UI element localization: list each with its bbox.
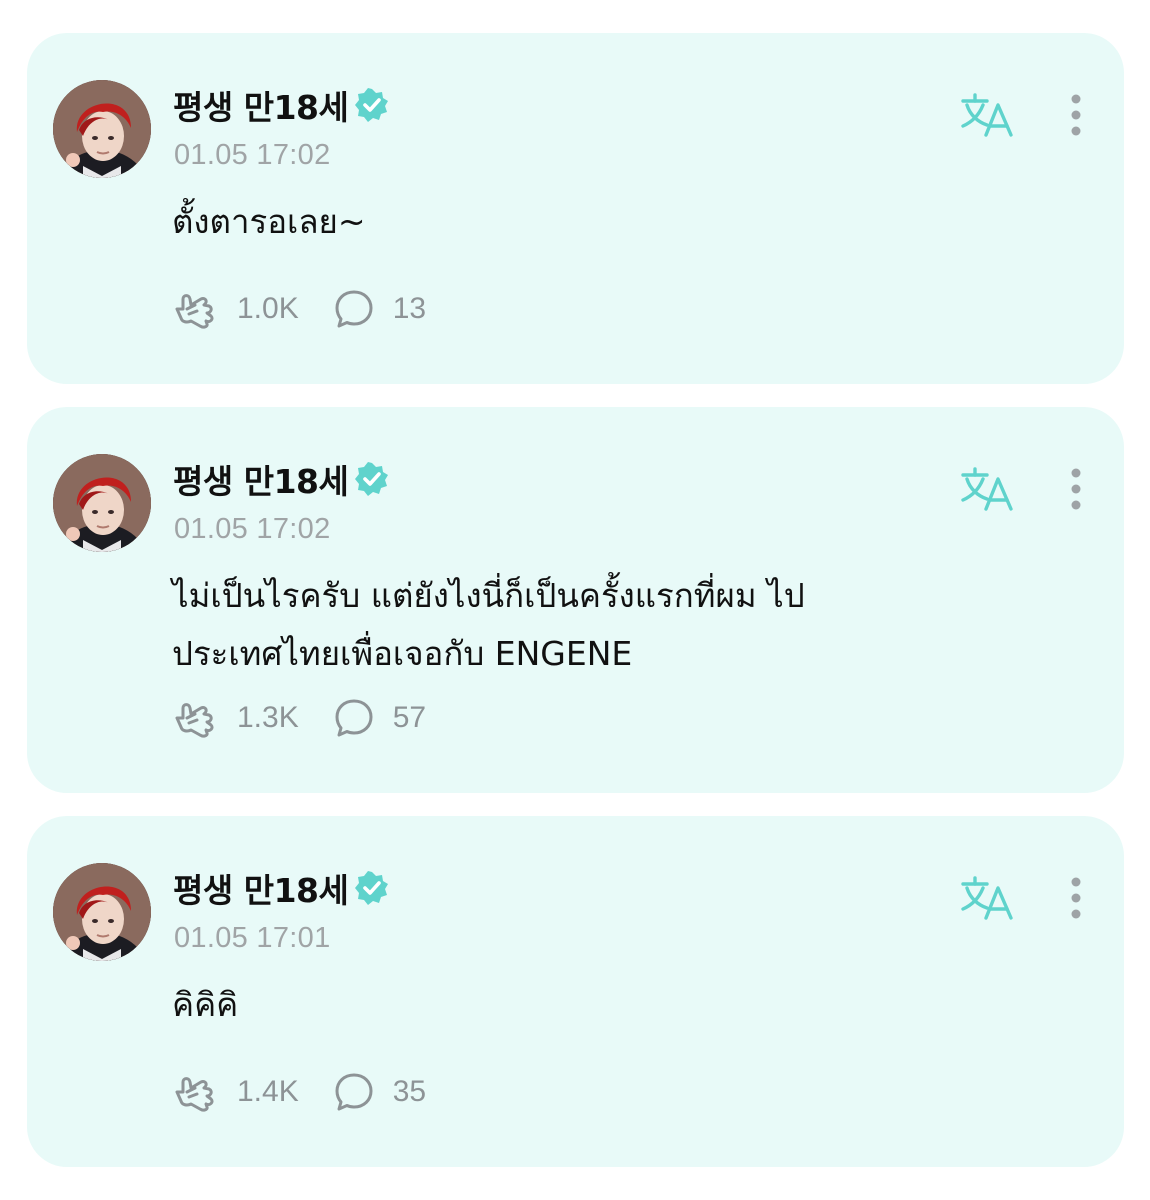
avatar[interactable] <box>53 454 151 552</box>
author-row: 평생 만18세 <box>173 83 390 127</box>
more-vertical-icon <box>1071 877 1081 919</box>
translate-button[interactable] <box>960 874 1016 922</box>
post-stats: 1.4K 35 <box>173 1067 460 1117</box>
translate-button[interactable] <box>960 465 1016 513</box>
more-options-button[interactable] <box>1062 465 1090 513</box>
comment-bubble-icon <box>335 699 373 737</box>
like-count: 1.0K <box>237 292 299 325</box>
post-text: ตั้งตารอเลย~ <box>172 202 366 241</box>
comment-count: 13 <box>392 292 427 325</box>
like-button[interactable]: 1.0K <box>173 289 299 329</box>
post-stats: 1.3K 57 <box>173 693 460 743</box>
author-name[interactable]: 평생 만18세 <box>173 864 349 912</box>
avatar[interactable] <box>53 80 151 178</box>
comment-bubble-icon <box>335 1073 373 1111</box>
post-text: ไม่เป็นไรครับ แต่ยังไงนี่ก็เป็นครั้งแรกท… <box>172 576 805 673</box>
verified-badge-icon <box>354 870 390 906</box>
post-card[interactable]: 평생 만18세 01.05 17:01 คิคิคิ 1.4K 35 <box>27 816 1124 1167</box>
like-cheer-icon <box>175 1077 214 1112</box>
author-row: 평생 만18세 <box>173 457 390 501</box>
post-card[interactable]: 평생 만18세 01.05 17:02 ไม่เป็นไรครับ แต่ยัง… <box>27 407 1124 793</box>
translate-icon <box>961 467 1013 511</box>
comment-button[interactable]: 57 <box>333 697 426 739</box>
like-cheer-icon <box>175 294 214 329</box>
more-vertical-icon <box>1071 468 1081 510</box>
translate-icon <box>961 876 1013 920</box>
translate-button[interactable] <box>960 91 1016 139</box>
translate-icon <box>961 93 1013 137</box>
post-text: คิคิคิ <box>172 985 239 1024</box>
post-stats: 1.0K 13 <box>173 284 460 334</box>
author-name[interactable]: 평생 만18세 <box>173 455 349 503</box>
comment-button[interactable]: 13 <box>333 288 426 330</box>
post-feed: 평생 만18세 01.05 17:02 ตั้งตารอเลย~ 1.0K 13… <box>0 0 1150 1200</box>
more-options-button[interactable] <box>1062 91 1090 139</box>
comment-count: 35 <box>392 1075 427 1108</box>
author-row: 평생 만18세 <box>173 866 390 910</box>
post-timestamp: 01.05 17:02 <box>174 139 331 171</box>
like-count: 1.4K <box>237 1075 299 1108</box>
verified-badge-icon <box>354 461 390 497</box>
like-button[interactable]: 1.3K <box>173 698 299 738</box>
more-options-button[interactable] <box>1062 874 1090 922</box>
author-name[interactable]: 평생 만18세 <box>173 81 349 129</box>
more-vertical-icon <box>1071 94 1081 136</box>
comment-count: 57 <box>392 701 427 734</box>
like-cheer-icon <box>175 703 214 738</box>
post-card[interactable]: 평생 만18세 01.05 17:02 ตั้งตารอเลย~ 1.0K 13 <box>27 33 1124 384</box>
like-count: 1.3K <box>237 701 299 734</box>
post-timestamp: 01.05 17:02 <box>174 513 331 545</box>
like-button[interactable]: 1.4K <box>173 1072 299 1112</box>
verified-badge-icon <box>354 87 390 123</box>
avatar[interactable] <box>53 863 151 961</box>
comment-bubble-icon <box>335 290 373 328</box>
comment-button[interactable]: 35 <box>333 1071 426 1113</box>
post-timestamp: 01.05 17:01 <box>174 922 331 954</box>
